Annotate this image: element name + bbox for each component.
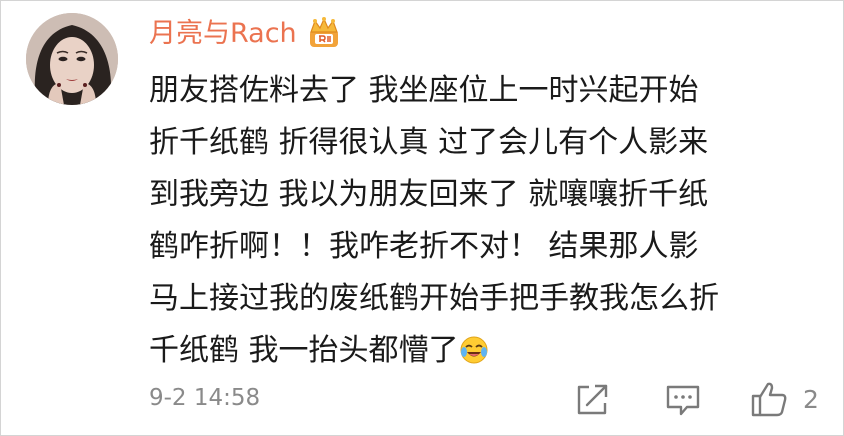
like-button[interactable] xyxy=(749,379,789,419)
comment-line: 朋友搭佐料去了 我坐座位上一时兴起开始 xyxy=(149,73,699,108)
comment-line-last: 千纸鹤 我一抬头都懵了 xyxy=(149,325,821,377)
username-row: 月亮与Rach xyxy=(149,13,341,53)
thumbs-up-icon xyxy=(751,382,787,417)
username[interactable]: 月亮与Rach xyxy=(149,20,297,47)
comment-text: 朋友搭佐料去了 我坐座位上一时兴起开始 折千纸鹤 折得很认真 过了会儿有个人影来… xyxy=(149,65,821,377)
comment-line: 折千纸鹤 折得很认真 过了会儿有个人影来 xyxy=(149,125,709,160)
crown-badge-icon xyxy=(307,16,341,50)
reply-button[interactable] xyxy=(663,379,703,419)
comment-footer: 9-2 14:58 2 xyxy=(149,377,821,421)
avatar-image xyxy=(26,13,118,105)
like-count: 2 xyxy=(803,385,819,414)
reply-icon xyxy=(666,385,700,416)
comment-line: 千纸鹤 我一抬头都懵了 xyxy=(149,333,459,368)
timestamp: 9-2 14:58 xyxy=(149,385,261,411)
avatar[interactable] xyxy=(26,13,118,105)
comment-line: 鹤咋折啊！！我咋老折不对！ 结果那人影 xyxy=(149,229,699,264)
comment-card: 月亮与Rach 朋友搭佐料去了 我坐座位上一时兴起开始 折千纸鹤 折得很认真 过… xyxy=(0,0,844,436)
share-button[interactable] xyxy=(573,379,613,419)
laughing-crying-emoji-icon xyxy=(459,330,489,364)
comment-line: 马上接过我的废纸鹤开始手把手教我怎么折 xyxy=(149,281,719,316)
share-icon xyxy=(577,384,608,415)
comment-line: 到我旁边 我以为朋友回来了 就嚷嚷折千纸 xyxy=(149,177,709,212)
